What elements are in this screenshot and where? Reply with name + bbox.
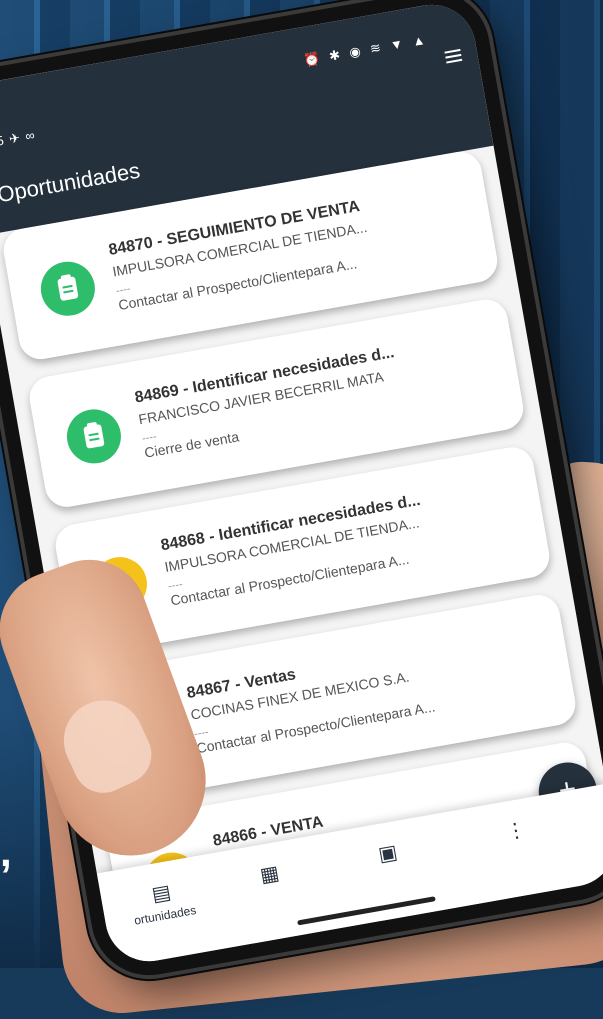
clipboard-icon (83, 424, 105, 449)
nav-item-oportunidades[interactable]: ▤ ortunidades (100, 870, 225, 932)
nav-item-more[interactable]: ⋮ (455, 808, 577, 852)
contact-card-icon: ▣ (376, 841, 400, 867)
menu-icon[interactable] (444, 46, 463, 67)
home-indicator (296, 896, 436, 926)
clipboard-icon (57, 276, 79, 302)
status-avatar (36, 257, 100, 320)
status-bar-left: 35 ✈ ∞ (0, 127, 37, 151)
background-text-fragment: , (0, 828, 12, 875)
nav-item-contacts[interactable]: ▣ (327, 831, 449, 875)
more-vertical-icon: ⋮ (504, 818, 528, 844)
status-bar-right: ⏰ ✱ ◉ ≋ ▼ ▲ (302, 31, 430, 69)
nav-item-calendar[interactable]: ▦ (208, 851, 330, 895)
page-title: Oportunidades (0, 157, 142, 208)
calendar-icon: ▦ (258, 862, 281, 888)
status-avatar (62, 405, 126, 468)
